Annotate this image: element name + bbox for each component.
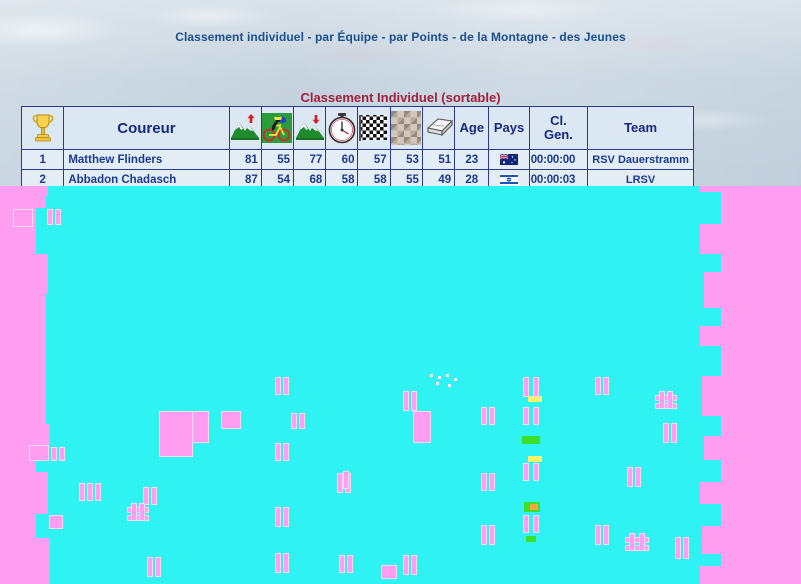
nav-par-points[interactable]: par Points — [389, 30, 449, 44]
column-header-finish[interactable] — [357, 106, 391, 150]
nav-des-jeunes[interactable]: des Jeunes — [559, 30, 625, 44]
cell-pays — [488, 149, 530, 170]
bed-icon — [424, 111, 454, 145]
trophy-icon — [28, 111, 58, 145]
flag-australia-icon — [500, 153, 519, 165]
top-navigation: Classement individuel - par Équipe - par… — [0, 30, 801, 44]
clgen-line-2: Gen. — [543, 127, 573, 142]
table-header-row: Coureur Age Pays Cl. Gen. Team — [20, 106, 694, 150]
column-header-pays[interactable]: Pays — [488, 106, 530, 150]
column-header-rest[interactable] — [421, 106, 456, 150]
cell-coureur[interactable]: Matthew Flinders — [63, 149, 230, 170]
cell-time-trial: 60 — [325, 149, 359, 170]
cell-team[interactable]: RSV Dauerstramm — [587, 149, 694, 170]
cell-climb: 81 — [228, 149, 262, 170]
cell-cobblestone: 53 — [389, 149, 423, 170]
cell-sprint: 55 — [260, 149, 295, 170]
nav-separator: - — [381, 30, 386, 44]
column-header-classement-general[interactable]: Cl. Gen. — [528, 106, 589, 150]
cobblestone-icon-wrap — [391, 111, 422, 145]
column-header-sprint[interactable] — [260, 106, 295, 150]
column-header-climb[interactable] — [228, 106, 262, 150]
nav-par-equipe[interactable]: par Équipe — [315, 30, 378, 44]
nav-classement-individuel[interactable]: Classement individuel — [175, 30, 304, 44]
nav-separator: - — [452, 30, 457, 44]
table-caption: Classement Individuel (sortable) — [300, 90, 501, 105]
column-header-coureur[interactable]: Coureur — [63, 106, 230, 150]
cell-finish: 57 — [357, 149, 391, 170]
column-header-cobblestone[interactable] — [389, 106, 423, 150]
cell-descent: 77 — [292, 149, 327, 170]
column-header-team[interactable]: Team — [587, 106, 694, 150]
cyclist-icon — [262, 111, 293, 145]
column-header-descent[interactable] — [292, 106, 327, 150]
nav-separator: - — [307, 30, 312, 44]
cell-age: 23 — [454, 149, 490, 170]
cell-classement-general: 00:00:00 — [528, 149, 589, 170]
cell-rest: 51 — [421, 149, 456, 170]
stopwatch-icon — [327, 111, 357, 145]
cobblestone-icon — [391, 111, 422, 145]
checkered-flag-icon — [359, 111, 389, 145]
table-row[interactable]: 1 Matthew Flinders 81 55 77 60 57 53 51 … — [20, 149, 694, 170]
nav-de-la-montagne[interactable]: de la Montagne — [460, 30, 549, 44]
nav-separator: - — [551, 30, 556, 44]
column-header-time-trial[interactable] — [325, 106, 359, 150]
clgen-line-1: Cl. — [550, 113, 567, 129]
cell-rank: 1 — [20, 149, 65, 170]
column-header-rank[interactable] — [20, 106, 65, 150]
column-header-age[interactable]: Age — [454, 106, 490, 150]
flag-israel-icon — [500, 173, 519, 185]
mountain-up-icon — [230, 111, 260, 145]
mountain-down-icon — [295, 111, 325, 145]
render-artifact-overlay — [0, 186, 801, 584]
